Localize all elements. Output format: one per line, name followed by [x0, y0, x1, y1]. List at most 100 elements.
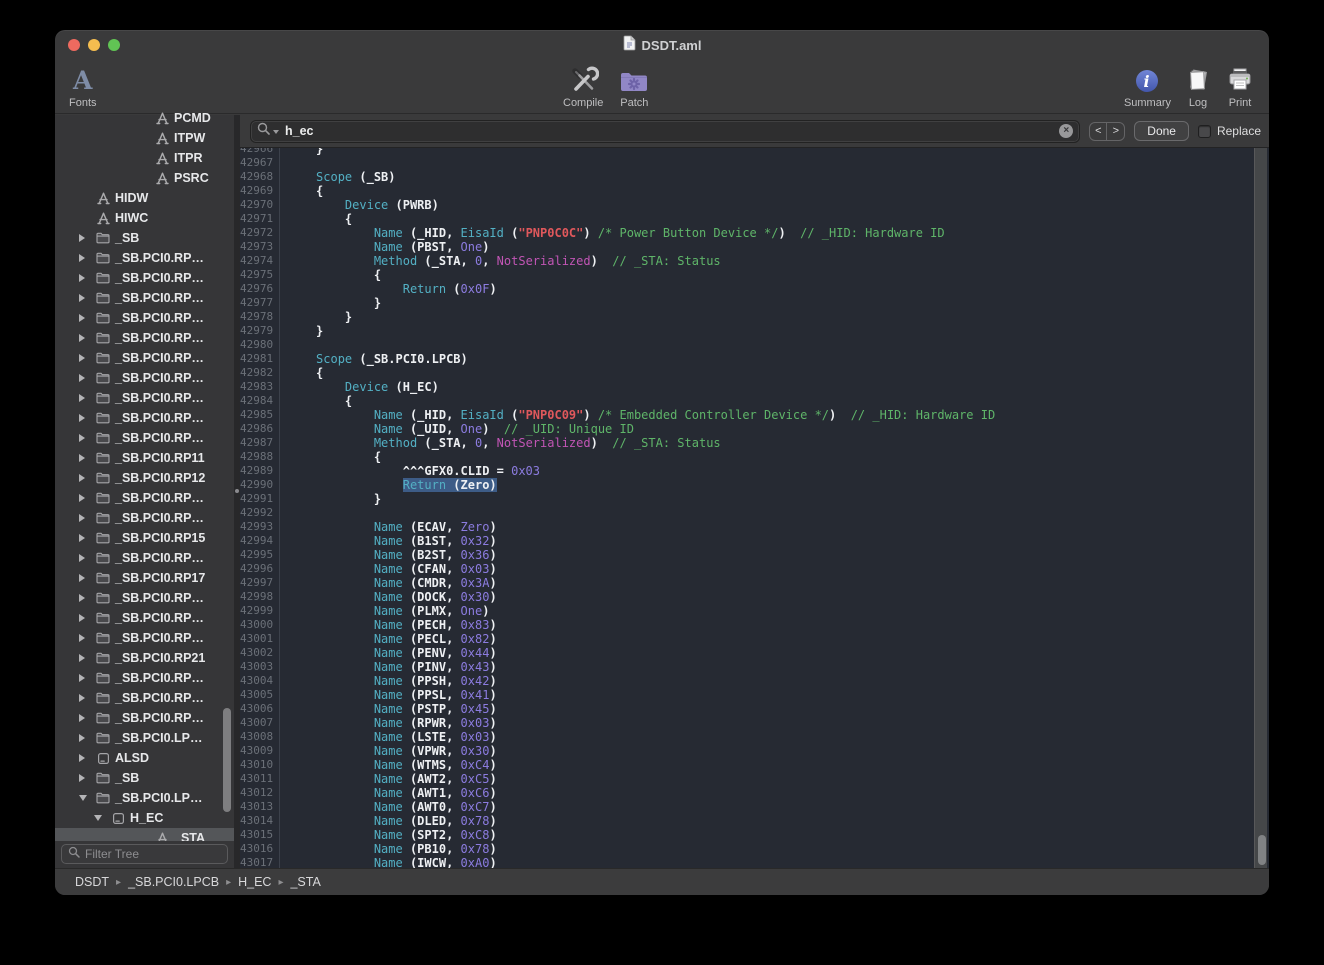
- code-line[interactable]: 43003 Name (PINV, 0x43): [240, 660, 1269, 674]
- code-line[interactable]: 42977 }: [240, 296, 1269, 310]
- code-line[interactable]: 42999 Name (PLMX, One): [240, 604, 1269, 618]
- disclosure-expanded-icon[interactable]: [79, 795, 94, 801]
- tree-item[interactable]: ITPW: [55, 128, 234, 148]
- tree-item[interactable]: _SB.PCI0.RP…: [55, 288, 234, 308]
- tree-item[interactable]: _SB.PCI0.RP…: [55, 268, 234, 288]
- disclosure-collapsed-icon[interactable]: [79, 314, 94, 322]
- code-line[interactable]: 42976 Return (0x0F): [240, 282, 1269, 296]
- code-line[interactable]: 42996 Name (CFAN, 0x03): [240, 562, 1269, 576]
- tree-item[interactable]: _SB.PCI0.RP…: [55, 308, 234, 328]
- disclosure-collapsed-icon[interactable]: [79, 674, 94, 682]
- disclosure-collapsed-icon[interactable]: [79, 494, 94, 502]
- disclosure-collapsed-icon[interactable]: [79, 534, 94, 542]
- disclosure-collapsed-icon[interactable]: [79, 694, 94, 702]
- disclosure-collapsed-icon[interactable]: [79, 234, 94, 242]
- code-line[interactable]: 43004 Name (PPSH, 0x42): [240, 674, 1269, 688]
- tree-item[interactable]: _SB.PCI0.RP…: [55, 668, 234, 688]
- replace-checkbox[interactable]: [1198, 125, 1211, 138]
- code-line[interactable]: 42978 }: [240, 310, 1269, 324]
- code-line[interactable]: 43006 Name (PSTP, 0x45): [240, 702, 1269, 716]
- tree-item[interactable]: _SB.PCI0.RP…: [55, 508, 234, 528]
- code-line[interactable]: 42979 }: [240, 324, 1269, 338]
- code-line[interactable]: 42975 {: [240, 268, 1269, 282]
- code-line[interactable]: 43011 Name (AWT2, 0xC5): [240, 772, 1269, 786]
- tree-item[interactable]: _SB.PCI0.RP…: [55, 248, 234, 268]
- code-line[interactable]: 42973 Name (PBST, One): [240, 240, 1269, 254]
- code-line[interactable]: 42972 Name (_HID, EisaId ("PNP0C0C") /* …: [240, 226, 1269, 240]
- breadcrumb-item[interactable]: _STA: [290, 875, 320, 889]
- tree-item[interactable]: _SB.PCI0.LP…: [55, 788, 234, 808]
- code-line[interactable]: 42986 Name (_UID, One) // _UID: Unique I…: [240, 422, 1269, 436]
- tree-item[interactable]: _SB.PCI0.RP…: [55, 588, 234, 608]
- code-line[interactable]: 42984 {: [240, 394, 1269, 408]
- tree-item[interactable]: ITPR: [55, 148, 234, 168]
- disclosure-collapsed-icon[interactable]: [79, 334, 94, 342]
- disclosure-collapsed-icon[interactable]: [79, 434, 94, 442]
- code-line[interactable]: 42966 }: [240, 148, 1269, 156]
- code-line[interactable]: 42987 Method (_STA, 0, NotSerialized) //…: [240, 436, 1269, 450]
- tree-item[interactable]: _SB.PCI0.RP…: [55, 348, 234, 368]
- compile-button[interactable]: Compile: [563, 64, 603, 109]
- tree-item[interactable]: _SB.PCI0.RP…: [55, 548, 234, 568]
- clear-search-button[interactable]: ×: [1059, 124, 1073, 138]
- tree-item[interactable]: _SB.PCI0.RP17: [55, 568, 234, 588]
- tree-item[interactable]: _SB.PCI0.RP…: [55, 608, 234, 628]
- code-line[interactable]: 42994 Name (B1ST, 0x32): [240, 534, 1269, 548]
- code-line[interactable]: 42988 {: [240, 450, 1269, 464]
- tree-item[interactable]: _SB.PCI0.LP…: [55, 728, 234, 748]
- code-line[interactable]: 42971 {: [240, 212, 1269, 226]
- code-line[interactable]: 43014 Name (DLED, 0x78): [240, 814, 1269, 828]
- tree-item[interactable]: HIWC: [55, 208, 234, 228]
- code-line[interactable]: 42967: [240, 156, 1269, 170]
- disclosure-collapsed-icon[interactable]: [79, 734, 94, 742]
- disclosure-collapsed-icon[interactable]: [79, 714, 94, 722]
- disclosure-collapsed-icon[interactable]: [79, 514, 94, 522]
- tree-item[interactable]: _SB.PCI0.RP…: [55, 408, 234, 428]
- code-line[interactable]: 42990 Return (Zero): [240, 478, 1269, 492]
- code-line[interactable]: 42982 {: [240, 366, 1269, 380]
- code-scrollbar-track[interactable]: [1254, 148, 1267, 868]
- code-line[interactable]: 42991 }: [240, 492, 1269, 506]
- code-line[interactable]: 42970 Device (PWRB): [240, 198, 1269, 212]
- search-scope-chevron-icon[interactable]: [273, 130, 279, 134]
- code-line[interactable]: 43008 Name (LSTE, 0x03): [240, 730, 1269, 744]
- tree-item[interactable]: _SB: [55, 228, 234, 248]
- code-line[interactable]: 43010 Name (WTMS, 0xC4): [240, 758, 1269, 772]
- code-line[interactable]: 42981 Scope (_SB.PCI0.LPCB): [240, 352, 1269, 366]
- code-line[interactable]: 42993 Name (ECAV, Zero): [240, 520, 1269, 534]
- code-line[interactable]: 42983 Device (H_EC): [240, 380, 1269, 394]
- find-input[interactable]: h_ec ×: [250, 120, 1080, 143]
- code-line[interactable]: 42974 Method (_STA, 0, NotSerialized) //…: [240, 254, 1269, 268]
- disclosure-collapsed-icon[interactable]: [79, 574, 94, 582]
- code-line[interactable]: 43002 Name (PENV, 0x44): [240, 646, 1269, 660]
- code-line[interactable]: 42997 Name (CMDR, 0x3A): [240, 576, 1269, 590]
- tree-item[interactable]: PSRC: [55, 168, 234, 188]
- breadcrumb-item[interactable]: DSDT: [75, 875, 109, 889]
- code-line[interactable]: 42998 Name (DOCK, 0x30): [240, 590, 1269, 604]
- disclosure-collapsed-icon[interactable]: [79, 374, 94, 382]
- code-line[interactable]: 43005 Name (PPSL, 0x41): [240, 688, 1269, 702]
- code-line[interactable]: 43009 Name (VPWR, 0x30): [240, 744, 1269, 758]
- disclosure-collapsed-icon[interactable]: [79, 554, 94, 562]
- disclosure-collapsed-icon[interactable]: [79, 354, 94, 362]
- code-line[interactable]: 42985 Name (_HID, EisaId ("PNP0C09") /* …: [240, 408, 1269, 422]
- tree-item[interactable]: _SB: [55, 768, 234, 788]
- code-line[interactable]: 43013 Name (AWT0, 0xC7): [240, 800, 1269, 814]
- disclosure-collapsed-icon[interactable]: [79, 294, 94, 302]
- patch-button[interactable]: Patch: [619, 64, 649, 109]
- tree-item[interactable]: _SB.PCI0.RP…: [55, 388, 234, 408]
- disclosure-collapsed-icon[interactable]: [79, 474, 94, 482]
- code-line[interactable]: 42995 Name (B2ST, 0x36): [240, 548, 1269, 562]
- tree-item[interactable]: _SB.PCI0.RP12: [55, 468, 234, 488]
- tree-item[interactable]: _SB.PCI0.RP…: [55, 488, 234, 508]
- summary-button[interactable]: i Summary: [1124, 64, 1171, 109]
- tree-item[interactable]: _SB.PCI0.RP15: [55, 528, 234, 548]
- code-line[interactable]: 42989 ^^^GFX0.CLID = 0x03: [240, 464, 1269, 478]
- tree-item[interactable]: H_EC: [55, 808, 234, 828]
- code-line[interactable]: 43001 Name (PECL, 0x82): [240, 632, 1269, 646]
- code-line[interactable]: 43016 Name (PB10, 0x78): [240, 842, 1269, 856]
- done-button[interactable]: Done: [1134, 121, 1189, 141]
- disclosure-collapsed-icon[interactable]: [79, 774, 94, 782]
- disclosure-collapsed-icon[interactable]: [79, 594, 94, 602]
- disclosure-collapsed-icon[interactable]: [79, 254, 94, 262]
